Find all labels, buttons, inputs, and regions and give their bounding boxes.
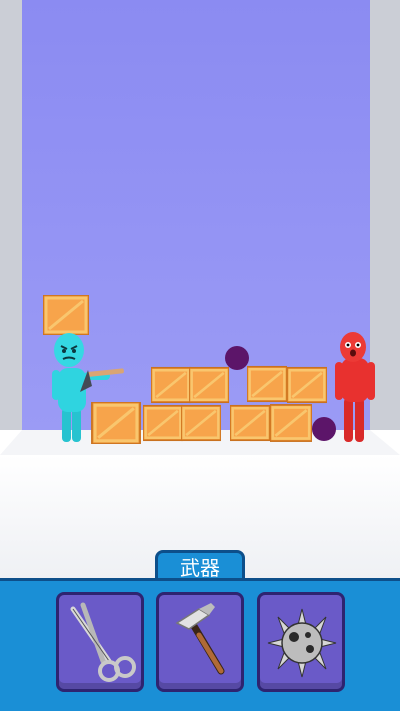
crate [230,404,270,442]
weapon-slot-hammer[interactable] [156,592,244,692]
left-wall [0,0,22,430]
scissors-icon [70,602,136,682]
crate [247,365,287,403]
spiked-ball-icon [267,608,337,678]
weapon-slot-scissors[interactable] [56,592,144,692]
crate [90,402,142,444]
crate [143,404,183,442]
crate [287,366,327,404]
purple-ball [225,346,249,370]
weapon-slot-spiked-ball[interactable] [257,592,345,692]
crate [151,366,191,404]
crate [189,366,229,404]
hammer-icon [175,603,225,675]
crate [270,403,312,443]
crate [181,404,221,442]
crate-floating [43,295,89,335]
purple-ball [312,417,336,441]
